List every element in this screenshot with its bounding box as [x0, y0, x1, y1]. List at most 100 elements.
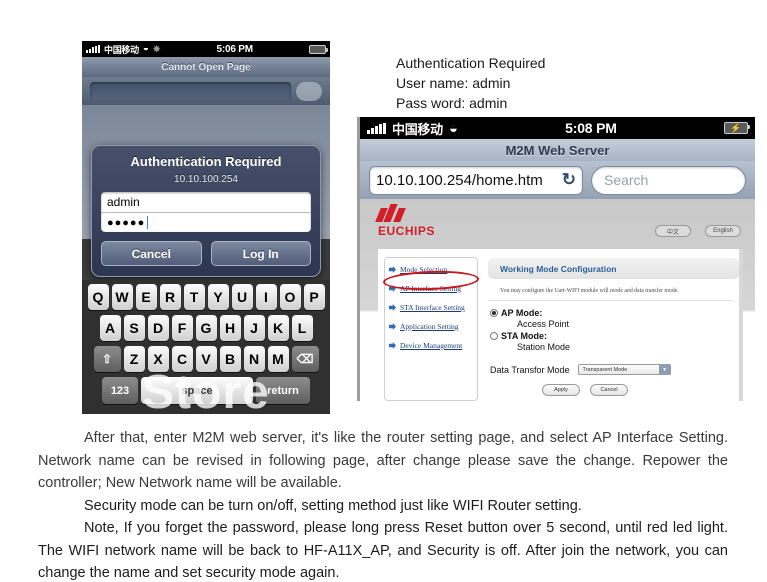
annotation-text: Authentication Required User name: admin…	[396, 53, 545, 113]
key-d[interactable]: D	[147, 315, 169, 341]
key-q[interactable]: Q	[87, 284, 109, 310]
key-m[interactable]: M	[267, 346, 289, 372]
keyboard-row-3: ⇧ Z X C V B N M ⌫	[84, 346, 328, 372]
cancel-button[interactable]: Cancel	[590, 384, 628, 396]
key-t[interactable]: T	[183, 284, 205, 310]
key-j[interactable]: J	[243, 315, 265, 341]
page-content-area: Authentication Required 10.10.100.254 ad…	[82, 105, 330, 277]
browser-url-bar[interactable]	[82, 77, 330, 105]
browser-title-bar: Cannot Open Page	[82, 57, 330, 77]
lang-english-button[interactable]: English	[705, 225, 741, 237]
bullet-arrow-icon	[389, 285, 396, 292]
key-n[interactable]: N	[243, 346, 265, 372]
sidebar-item-mode-selection[interactable]: Mode Selection	[389, 265, 473, 274]
sta-mode-radio[interactable]	[490, 332, 498, 340]
dialog-buttons: Cancel Log In	[101, 241, 311, 266]
key-e[interactable]: E	[135, 284, 157, 310]
keyboard-row-1: Q W E R T Y U I O P	[84, 284, 328, 310]
ap-mode-radio[interactable]	[490, 309, 498, 317]
sta-mode-label: STA Mode:	[501, 331, 547, 341]
iphone-auth-screenshot: 中国移动 ◒ ✵ 5:06 PM Cannot Open Page Authen…	[82, 41, 330, 414]
data-transfer-label: Data Transfor Mode	[490, 364, 570, 375]
key-s[interactable]: S	[123, 315, 145, 341]
search-input[interactable]	[296, 81, 322, 101]
battery-charging-icon: ⚡	[724, 122, 750, 134]
bullet-arrow-icon	[389, 266, 396, 273]
sidebar-item-device-management[interactable]: Device Management	[389, 341, 473, 350]
key-w[interactable]: W	[111, 284, 133, 310]
key-f[interactable]: F	[171, 315, 193, 341]
space-key[interactable]: space	[141, 377, 253, 404]
password-value: ●●●●●	[107, 216, 146, 229]
wifi-icon: ◒	[448, 119, 458, 137]
sidebar-label: Application Setting	[400, 322, 459, 331]
status-time: 5:08 PM	[565, 120, 617, 136]
keyboard-row-4: 123 space return	[84, 377, 328, 404]
dialog-host: 10.10.100.254	[174, 174, 238, 185]
bullet-arrow-icon	[389, 342, 396, 349]
status-bar: 中国移动 ◒ ✵ 5:06 PM	[82, 41, 330, 57]
key-r[interactable]: R	[159, 284, 181, 310]
annotation-line-3: Pass word: admin	[396, 95, 508, 111]
key-g[interactable]: G	[195, 315, 217, 341]
spinner-icon: ✵	[152, 43, 161, 54]
page-title: M2M Web Server	[360, 139, 755, 161]
sidebar-item-sta-interface-setting[interactable]: STA Interface Setting	[389, 303, 473, 312]
key-v[interactable]: V	[195, 346, 217, 372]
key-y[interactable]: Y	[207, 284, 229, 310]
key-i[interactable]: I	[255, 284, 277, 310]
data-transfer-row: Data Transfor Mode Transparent Mode ▼	[490, 364, 739, 375]
euchips-bars-logo	[375, 204, 755, 222]
browser-toolbar: 10.10.100.254/home.htm ↻ Search	[360, 161, 755, 199]
carrier-label: 中国移动	[104, 44, 139, 55]
sta-mode-option[interactable]: STA Mode:	[490, 331, 739, 341]
dialog-title: Authentication Required	[130, 154, 282, 169]
shift-arrow-icon[interactable]: ⇧	[93, 346, 121, 372]
bullet-arrow-icon	[389, 323, 396, 330]
search-input[interactable]: Search	[590, 165, 746, 195]
signal-bars-icon	[367, 122, 386, 134]
cancel-button[interactable]: Cancel	[101, 241, 202, 266]
bullet-arrow-icon	[389, 304, 396, 311]
key-b[interactable]: B	[219, 346, 241, 372]
numeric-key[interactable]: 123	[102, 377, 138, 404]
sidebar-label: STA Interface Setting	[400, 303, 465, 312]
apply-button[interactable]: Apply	[542, 384, 580, 396]
paragraph-2: Security mode can be turn on/off, settin…	[84, 497, 582, 514]
key-u[interactable]: U	[231, 284, 253, 310]
password-field[interactable]: ●●●●●	[101, 212, 311, 232]
url-input[interactable]	[90, 81, 291, 101]
key-l[interactable]: L	[291, 315, 313, 341]
language-switcher: 中文 English	[655, 225, 741, 237]
web-page-content: EUCHIPS 中文 English Mode Selection AP Int…	[360, 199, 755, 401]
key-x[interactable]: X	[147, 346, 169, 372]
scrollbar[interactable]	[739, 249, 743, 401]
mode-options: AP Mode: Access Point STA Mode: Station …	[488, 301, 739, 396]
lang-chinese-button[interactable]: 中文	[655, 225, 691, 237]
key-k[interactable]: K	[267, 315, 289, 341]
key-a[interactable]: A	[99, 315, 121, 341]
url-value: 10.10.100.254/home.htm	[376, 171, 543, 189]
key-h[interactable]: H	[219, 315, 241, 341]
data-transfer-select[interactable]: Transparent Mode ▼	[577, 364, 671, 375]
sidebar-item-application-setting[interactable]: Application Setting	[389, 322, 473, 331]
key-c[interactable]: C	[171, 346, 193, 372]
url-input[interactable]: 10.10.100.254/home.htm ↻	[369, 165, 583, 195]
reload-icon[interactable]: ↻	[562, 170, 576, 190]
key-z[interactable]: Z	[123, 346, 145, 372]
login-button[interactable]: Log In	[210, 241, 311, 266]
key-o[interactable]: O	[279, 284, 301, 310]
sidebar-item-ap-interface-setting[interactable]: AP Interface Setting	[389, 284, 473, 293]
key-p[interactable]: P	[303, 284, 325, 310]
ap-mode-option[interactable]: AP Mode:	[490, 308, 739, 318]
wifi-icon: ◒	[142, 43, 149, 54]
carrier-label: 中国移动	[392, 121, 443, 137]
return-key[interactable]: return	[256, 377, 310, 404]
username-field[interactable]: admin	[101, 192, 311, 212]
annotation-line-1: Authentication Required	[396, 55, 546, 71]
sta-mode-sublabel: Station Mode	[517, 342, 571, 352]
battery-icon	[309, 44, 328, 54]
backspace-icon[interactable]: ⌫	[291, 346, 319, 372]
username-value: admin	[107, 195, 140, 209]
panel-description: You may configure the Uart-WIFI module w…	[488, 279, 733, 301]
